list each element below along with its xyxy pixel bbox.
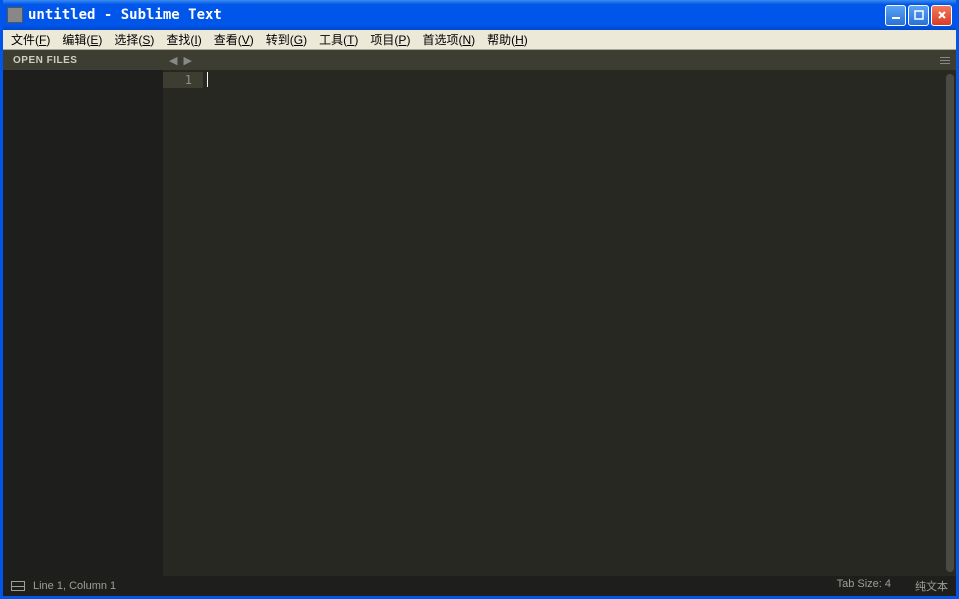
tab-menu-icon[interactable]: [940, 57, 950, 64]
status-cursor-position[interactable]: Line 1, Column 1: [33, 580, 116, 592]
menu-t[interactable]: 工具(T): [313, 29, 364, 50]
menu-p[interactable]: 项目(P): [364, 29, 416, 50]
statusbar: Line 1, Column 1 Tab Size: 4 纯文本: [3, 576, 956, 596]
status-syntax[interactable]: 纯文本: [915, 578, 948, 594]
menu-f[interactable]: 文件(F): [5, 29, 56, 50]
menu-h[interactable]: 帮助(H): [481, 29, 534, 50]
gutter: 1: [163, 70, 203, 576]
editor[interactable]: 1: [163, 70, 956, 576]
nav-back-icon[interactable]: ◀: [169, 54, 177, 67]
app-icon: [7, 7, 23, 23]
panel-switcher-icon[interactable]: [11, 581, 25, 591]
close-button[interactable]: [931, 5, 952, 26]
menu-s[interactable]: 选择(S): [108, 29, 160, 50]
editor-text-area[interactable]: [203, 70, 944, 576]
menu-e[interactable]: 编辑(E): [56, 29, 108, 50]
window-title: untitled - Sublime Text: [28, 7, 885, 23]
nav-forward-icon[interactable]: ▶: [183, 54, 191, 67]
menu-n[interactable]: 首选项(N): [416, 29, 481, 50]
vertical-scrollbar[interactable]: [944, 74, 956, 572]
maximize-button[interactable]: [908, 5, 929, 26]
text-cursor: [207, 72, 208, 87]
menu-g[interactable]: 转到(G): [260, 29, 313, 50]
menubar: 文件(F)编辑(E)选择(S)查找(I)查看(V)转到(G)工具(T)项目(P)…: [3, 30, 956, 50]
menu-v[interactable]: 查看(V): [208, 29, 260, 50]
scrollbar-thumb[interactable]: [946, 74, 954, 572]
sidebar-open-files-header[interactable]: OPEN FILES: [3, 50, 163, 70]
tab-strip: ◀ ▶: [163, 50, 956, 70]
status-tab-size[interactable]: Tab Size: 4: [837, 578, 891, 594]
sidebar: OPEN FILES: [3, 50, 163, 576]
line-number: 1: [163, 72, 203, 88]
menu-i[interactable]: 查找(I): [160, 29, 207, 50]
titlebar[interactable]: untitled - Sublime Text: [3, 0, 956, 30]
minimize-button[interactable]: [885, 5, 906, 26]
